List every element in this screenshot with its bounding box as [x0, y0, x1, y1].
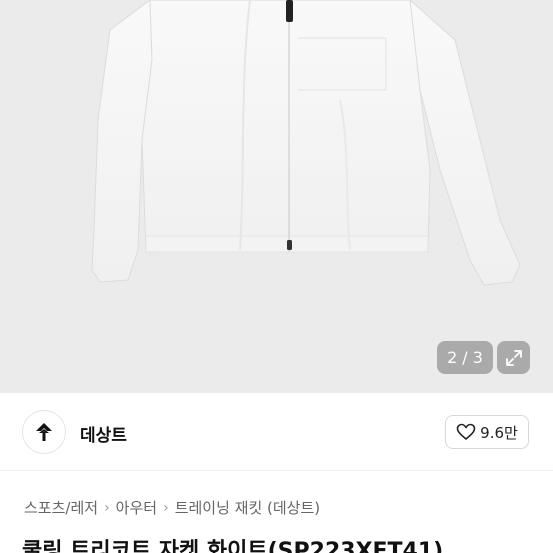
chevron-right-icon: › [163, 499, 169, 516]
brand-name[interactable]: 데상트 [80, 421, 127, 446]
pager-current: 2 [447, 348, 458, 367]
chevron-right-icon: › [104, 499, 110, 516]
breadcrumb-item[interactable]: 트레이닝 재킷 (데상트) [175, 497, 320, 518]
product-title: 쿨링 트리코트 자켓 화이트(SP223XFT41) [22, 539, 444, 553]
descente-arrow-icon [36, 423, 52, 441]
pager-total: 3 [472, 348, 483, 367]
expand-icon [505, 349, 522, 366]
breadcrumb: 스포츠/레저 › 아우터 › 트레이닝 재킷 (데상트) [24, 497, 320, 518]
like-button[interactable]: 9.6만 [445, 415, 529, 449]
pager-separator: / [462, 348, 468, 367]
like-count: 9.6만 [480, 423, 518, 442]
heart-icon [456, 423, 476, 440]
brand-row: 데상트 9.6만 [0, 393, 553, 471]
brand-logo[interactable] [22, 410, 66, 454]
product-image-carousel[interactable]: 2 / 3 [0, 0, 553, 393]
expand-image-button[interactable] [497, 341, 530, 374]
breadcrumb-item[interactable]: 아우터 [116, 497, 157, 518]
white-jacket-image [91, 0, 521, 286]
image-pager: 2 / 3 [437, 341, 493, 374]
breadcrumb-item[interactable]: 스포츠/레저 [24, 497, 98, 518]
